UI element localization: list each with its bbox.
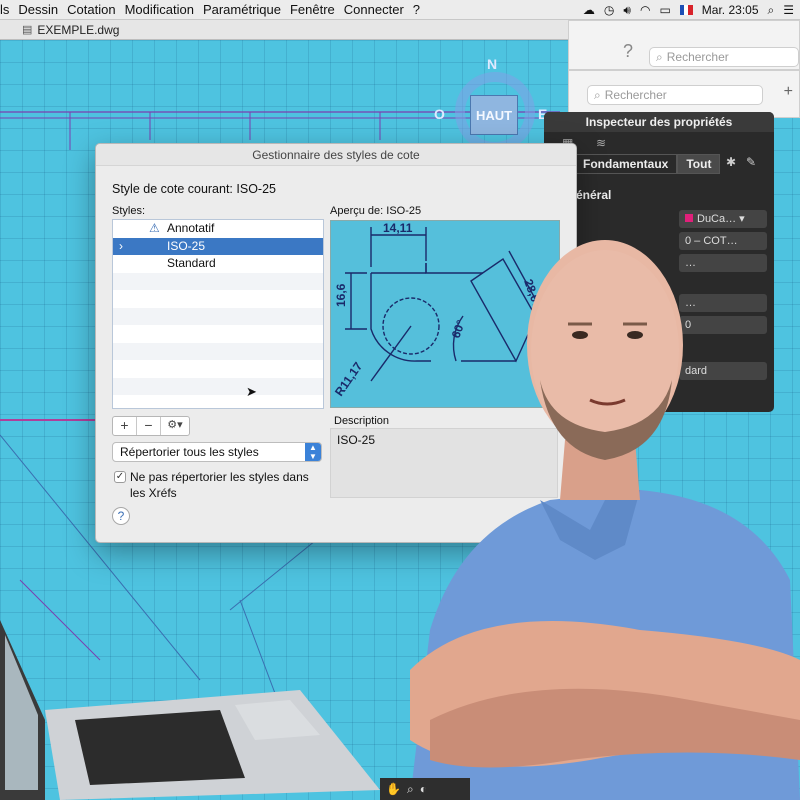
style-name: Standard [167,256,216,270]
chevron-updown-icon[interactable]: ▲ ▼ [305,443,321,461]
list-item[interactable]: ⚠︎ Annotatif [113,220,323,238]
menu-item-parametrique[interactable]: Paramétrique [203,2,290,17]
styles-list[interactable]: ⚠︎ Annotatif › ISO-25 Standard [112,219,324,409]
battery-icon[interactable]: ▭ [659,3,670,17]
list-row-empty [113,290,323,308]
presenter-photo [410,240,800,800]
cloud-icon[interactable]: ☁ [583,3,595,17]
time-machine-icon[interactable]: ◷ [604,3,614,17]
menu-bar: ls Dessin Cotation Modification Paramétr… [0,0,800,20]
description-label: Description [334,415,390,427]
volume-icon[interactable]: 🔊︎ [623,3,631,18]
list-row-empty [113,377,323,395]
stack-icon[interactable]: ≋ [596,136,606,150]
document-title: EXEMPLE.dwg [37,22,120,37]
list-row-empty [113,272,323,290]
dimension-radius: R11,17 [332,359,365,398]
list-item[interactable]: Standard [113,255,323,273]
style-buttons: + − ⚙▾ [112,416,190,436]
compass-north[interactable]: N [487,56,497,72]
list-row-empty [113,325,323,343]
search-placeholder: Rechercher [666,50,729,64]
document-titlebar: ▤ EXEMPLE.dwg [0,20,570,40]
wifi-icon[interactable]: ◠ [640,3,650,17]
tab-fondamentaux[interactable]: Fondamentaux [574,154,678,174]
palette-window-mid: ⌕ Rechercher + [568,70,800,118]
search-field-top[interactable]: ⌕ Rechercher [649,47,799,67]
dimension-left: 16,6 [334,283,348,307]
list-filter-select[interactable]: Répertorier tous les styles ▲ ▼ [112,442,322,462]
annotative-icon: ⚠︎ [149,221,160,235]
laptop-photo [0,620,380,800]
bottom-toolbar: ✋ ⌕ ◐ [380,778,470,800]
list-row-empty [113,307,323,325]
french-flag-icon[interactable] [679,5,693,15]
menu-item-dessin[interactable]: Dessin [18,2,67,17]
spotlight-icon[interactable]: ⌕ [768,3,775,18]
clock[interactable]: Mar. 23:05 [702,3,759,17]
dialog-title: Gestionnaire des styles de cote [96,144,576,166]
menu-item-connecter[interactable]: Connecter [344,2,413,17]
list-row-empty [113,342,323,360]
inspector-title: Inspecteur des propriétés [544,112,774,132]
palette-window-top: ? ⌕ Rechercher [568,20,800,70]
gear-menu-button[interactable]: ⚙▾ [161,417,189,435]
search-placeholder: Rechercher [604,88,667,102]
pan-hand-icon[interactable]: ✋ [386,782,401,796]
menu-item-draw-prefix[interactable]: ls [0,2,18,17]
styles-label: Styles: [112,205,146,217]
xref-checkbox-label: Ne pas répertorier les styles dans les X… [130,470,309,500]
cube-face-top[interactable]: HAUT [470,95,518,135]
add-icon[interactable]: + [784,83,793,101]
list-row-empty [113,395,323,408]
compass-west[interactable]: O [434,106,445,122]
notification-center-icon[interactable]: ☰ [783,3,794,17]
list-item-selected[interactable]: › ISO-25 [113,237,323,256]
style-name: ISO-25 [167,238,206,253]
tab-tout[interactable]: Tout [677,154,721,174]
mouse-cursor-icon: ➤ [246,384,257,399]
search-field-mid[interactable]: ⌕ Rechercher [587,85,763,105]
help-button[interactable]: ? [112,507,130,525]
menu-item-help[interactable]: ? [413,2,429,17]
menu-item-fenetre[interactable]: Fenêtre [290,2,344,17]
status-area: ☁ ◷ 🔊︎ ◠ ▭ Mar. 23:05 ⌕ ☰ [583,0,794,20]
pick-icon[interactable]: ✎ [746,155,756,169]
orbit-icon[interactable]: ◐ [420,782,427,796]
quick-select-icon[interactable]: ✱ [726,155,736,169]
menu-item-modification[interactable]: Modification [125,2,203,17]
zoom-icon[interactable]: ⌕ [407,782,414,797]
help-icon[interactable]: ? [623,41,633,62]
description-text: ISO-25 [337,433,376,447]
style-name: Annotatif [167,221,215,235]
add-style-button[interactable]: + [113,417,137,435]
xref-checkbox[interactable]: ✓ [114,471,126,483]
menu-item-cotation[interactable]: Cotation [67,2,124,17]
search-icon: ⌕ [594,87,601,102]
current-style-label: Style de cote courant: ISO-25 [112,182,276,196]
document-icon: ▤ [22,24,33,36]
select-value: Répertorier tous les styles [120,445,259,459]
list-row-empty [113,360,323,378]
remove-style-button[interactable]: − [137,417,161,435]
chevron-right-icon[interactable]: › [119,238,123,256]
search-icon: ⌕ [656,49,663,64]
